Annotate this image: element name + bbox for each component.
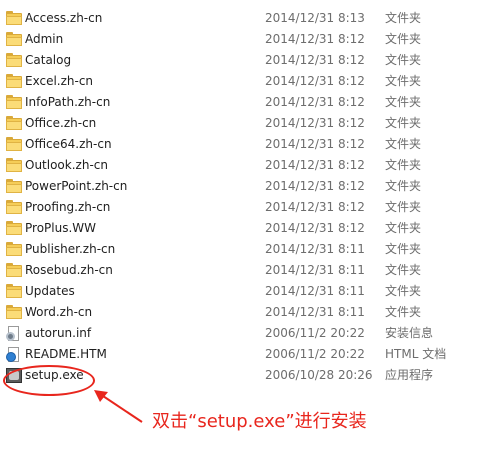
folder-icon	[6, 179, 22, 194]
file-row[interactable]: Admin 2014/12/31 8:12 文件夹	[0, 29, 484, 50]
file-name[interactable]: Catalog	[25, 50, 71, 71]
file-name[interactable]: Admin	[25, 29, 63, 50]
pointer-arrow	[94, 390, 143, 423]
file-name[interactable]: ProPlus.WW	[25, 218, 96, 239]
file-row[interactable]: Updates 2014/12/31 8:11 文件夹	[0, 281, 484, 302]
setup-highlight-ellipse	[3, 365, 95, 396]
folder-icon	[6, 221, 22, 236]
file-modified-date: 2006/11/2 20:22	[265, 347, 365, 361]
folder-icon	[6, 32, 22, 47]
file-type: 应用程序	[385, 368, 434, 382]
file-type: 文件夹	[385, 263, 422, 277]
file-row[interactable]: Proofing.zh-cn 2014/12/31 8:12 文件夹	[0, 197, 484, 218]
file-modified-date: 2014/12/31 8:12	[265, 116, 365, 130]
file-modified-date: 2014/12/31 8:12	[265, 200, 365, 214]
folder-icon	[6, 284, 22, 299]
folder-icon	[6, 74, 22, 89]
file-type: 文件夹	[385, 95, 422, 109]
file-type: 文件夹	[385, 284, 422, 298]
folder-icon	[6, 11, 22, 26]
file-modified-date: 2014/12/31 8:12	[265, 221, 365, 235]
file-modified-date: 2014/12/31 8:12	[265, 137, 365, 151]
file-row[interactable]: Access.zh-cn 2014/12/31 8:13 文件夹	[0, 8, 484, 29]
file-name[interactable]: Office64.zh-cn	[25, 134, 112, 155]
file-type: 文件夹	[385, 200, 422, 214]
file-row[interactable]: Rosebud.zh-cn 2014/12/31 8:11 文件夹	[0, 260, 484, 281]
file-list: Access.zh-cn 2014/12/31 8:13 文件夹 Admin 2014/…	[0, 8, 484, 386]
file-name[interactable]: Updates	[25, 281, 75, 302]
folder-icon	[6, 200, 22, 215]
file-modified-date: 2014/12/31 8:12	[265, 95, 365, 109]
file-type: 文件夹	[385, 137, 422, 151]
file-name[interactable]: autorun.inf	[25, 323, 91, 344]
file-row[interactable]: Catalog 2014/12/31 8:12 文件夹	[0, 50, 484, 71]
file-type: 文件夹	[385, 305, 422, 319]
file-name[interactable]: Rosebud.zh-cn	[25, 260, 113, 281]
file-name[interactable]: PowerPoint.zh-cn	[25, 176, 127, 197]
file-modified-date: 2014/12/31 8:12	[265, 53, 365, 67]
file-row[interactable]: Excel.zh-cn 2014/12/31 8:12 文件夹	[0, 71, 484, 92]
file-name[interactable]: Outlook.zh-cn	[25, 155, 108, 176]
file-row[interactable]: autorun.inf 2006/11/2 20:22 安装信息	[0, 323, 484, 344]
folder-icon	[6, 95, 22, 110]
file-modified-date: 2014/12/31 8:12	[265, 74, 365, 88]
file-type: 文件夹	[385, 179, 422, 193]
file-name[interactable]: InfoPath.zh-cn	[25, 92, 110, 113]
file-name[interactable]: Access.zh-cn	[25, 8, 102, 29]
folder-icon	[6, 263, 22, 278]
file-row[interactable]: Office64.zh-cn 2014/12/31 8:12 文件夹	[0, 134, 484, 155]
folder-icon	[6, 137, 22, 152]
file-row[interactable]: Publisher.zh-cn 2014/12/31 8:11 文件夹	[0, 239, 484, 260]
settings-file-icon	[6, 326, 22, 341]
file-row[interactable]: Office.zh-cn 2014/12/31 8:12 文件夹	[0, 113, 484, 134]
file-row[interactable]: PowerPoint.zh-cn 2014/12/31 8:12 文件夹	[0, 176, 484, 197]
file-modified-date: 2006/10/28 20:26	[265, 368, 373, 382]
file-modified-date: 2014/12/31 8:11	[265, 284, 365, 298]
folder-icon	[6, 242, 22, 257]
file-type: 文件夹	[385, 32, 422, 46]
file-name[interactable]: Publisher.zh-cn	[25, 239, 115, 260]
file-type: 文件夹	[385, 158, 422, 172]
file-name[interactable]: Office.zh-cn	[25, 113, 96, 134]
folder-icon	[6, 53, 22, 68]
file-type: 文件夹	[385, 74, 422, 88]
file-modified-date: 2014/12/31 8:12	[265, 32, 365, 46]
file-modified-date: 2014/12/31 8:11	[265, 305, 365, 319]
file-name[interactable]: README.HTM	[25, 344, 107, 365]
file-type: 文件夹	[385, 242, 422, 256]
file-name[interactable]: Word.zh-cn	[25, 302, 92, 323]
file-type: 文件夹	[385, 221, 422, 235]
file-row[interactable]: ProPlus.WW 2014/12/31 8:12 文件夹	[0, 218, 484, 239]
file-row[interactable]: Word.zh-cn 2014/12/31 8:11 文件夹	[0, 302, 484, 323]
file-modified-date: 2014/12/31 8:11	[265, 242, 365, 256]
file-row[interactable]: InfoPath.zh-cn 2014/12/31 8:12 文件夹	[0, 92, 484, 113]
folder-icon	[6, 116, 22, 131]
file-name[interactable]: Excel.zh-cn	[25, 71, 93, 92]
file-type: 文件夹	[385, 53, 422, 67]
file-modified-date: 2014/12/31 8:12	[265, 158, 365, 172]
folder-icon	[6, 305, 22, 320]
file-row[interactable]: Outlook.zh-cn 2014/12/31 8:12 文件夹	[0, 155, 484, 176]
file-modified-date: 2014/12/31 8:11	[265, 263, 365, 277]
html-file-icon	[6, 347, 22, 362]
install-instruction: 双击“setup.exe”进行安装	[152, 411, 367, 432]
file-modified-date: 2014/12/31 8:13	[265, 11, 365, 25]
file-modified-date: 2014/12/31 8:12	[265, 179, 365, 193]
file-type: 文件夹	[385, 11, 422, 25]
file-type: 文件夹	[385, 116, 422, 130]
file-modified-date: 2006/11/2 20:22	[265, 326, 365, 340]
folder-icon	[6, 158, 22, 173]
file-type: HTML 文档	[385, 347, 447, 361]
file-name[interactable]: Proofing.zh-cn	[25, 197, 110, 218]
file-type: 安装信息	[385, 326, 434, 340]
file-row[interactable]: README.HTM 2006/11/2 20:22 HTML 文档	[0, 344, 484, 365]
